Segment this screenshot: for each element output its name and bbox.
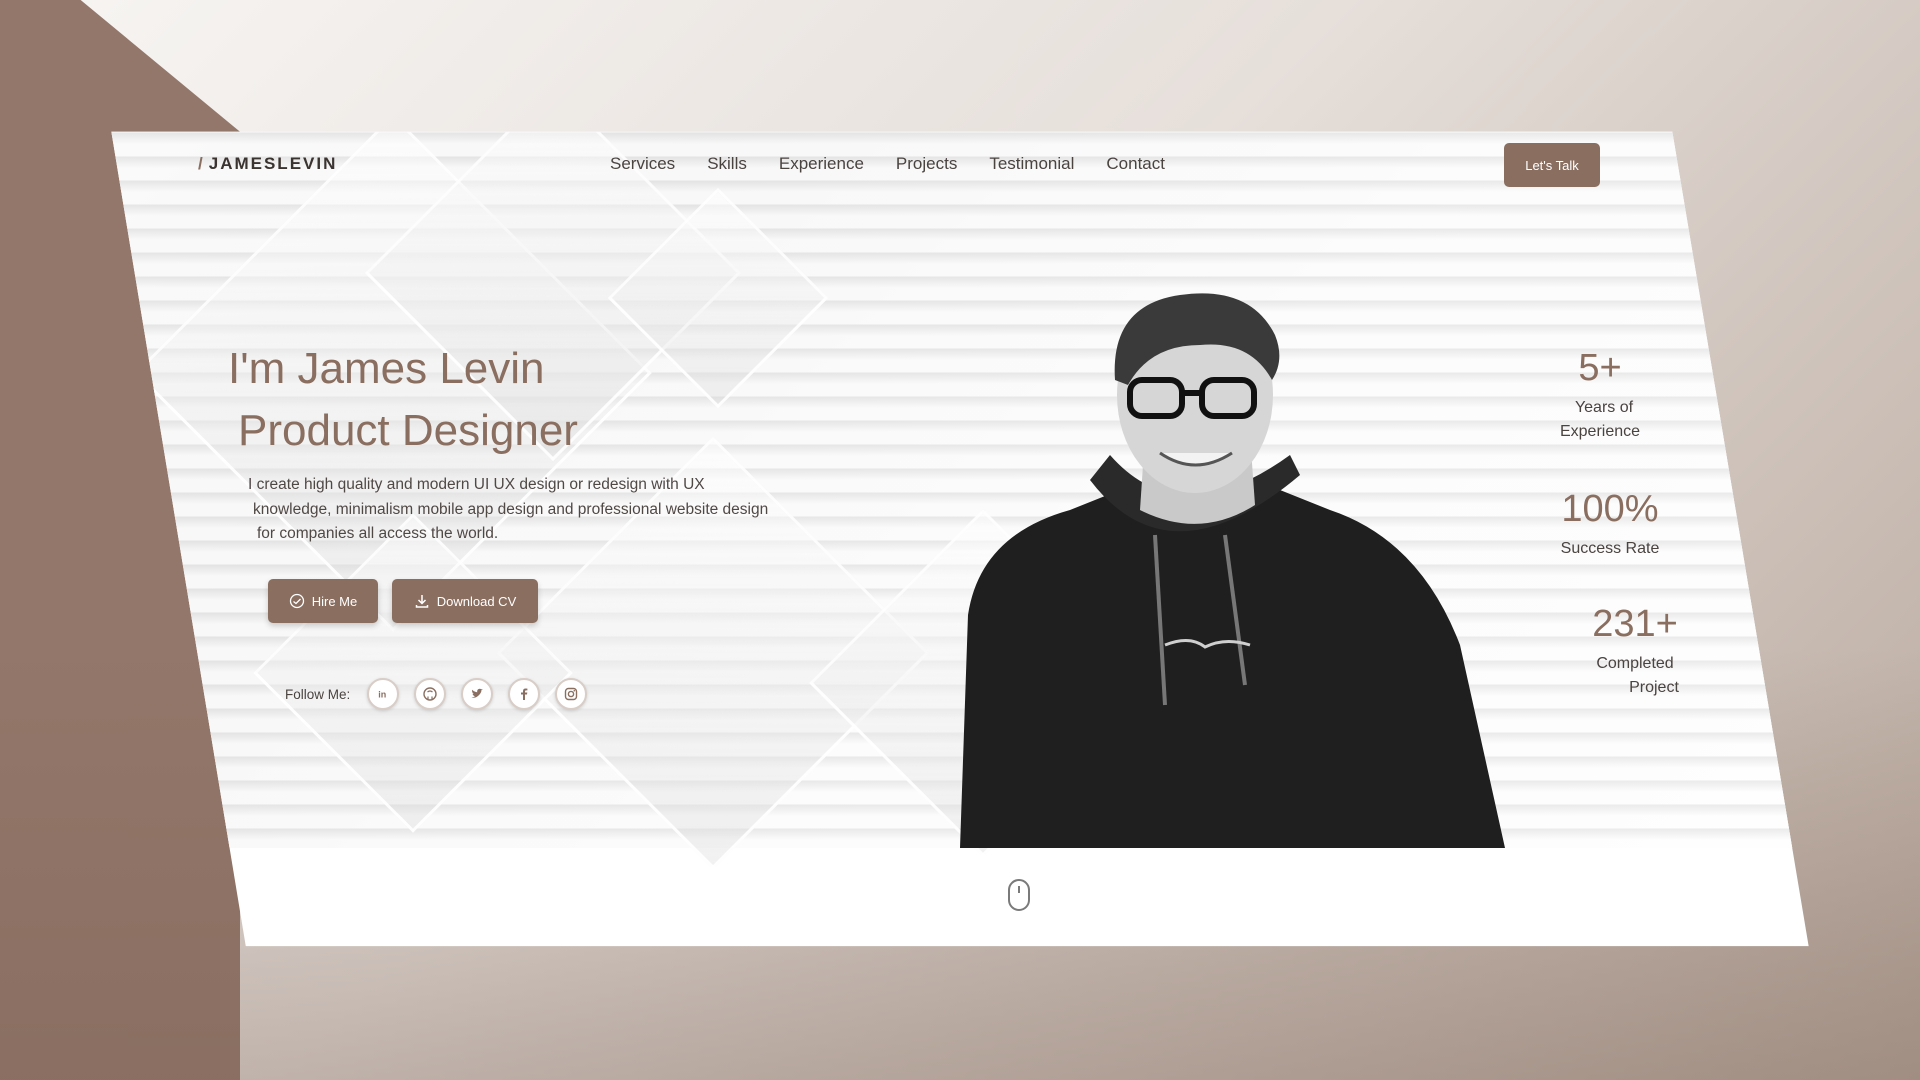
stat-success-rate: 100% Success Rate: [1545, 488, 1675, 561]
profile-photo: [960, 293, 1505, 848]
hero-description-line: knowledge, minimalism mobile app design …: [253, 500, 769, 518]
hire-me-label: Hire Me: [311, 593, 358, 609]
stat-value: 100%: [1561, 488, 1659, 530]
nav-link-experience[interactable]: Experience: [779, 154, 864, 174]
social-follow-row: Follow Me: in: [285, 678, 588, 710]
nav-links: Services Skills Experience Projects Test…: [610, 154, 1165, 174]
download-icon: [415, 595, 428, 608]
download-cv-label: Download CV: [436, 593, 517, 609]
twitter-icon[interactable]: [461, 678, 494, 710]
github-icon[interactable]: [414, 678, 447, 710]
nav-link-skills[interactable]: Skills: [707, 154, 747, 174]
instagram-icon[interactable]: [555, 678, 588, 710]
stat-label-line: Years of: [1574, 399, 1634, 416]
stat-label: Years of Experience: [1535, 396, 1665, 444]
hire-me-button[interactable]: Hire Me: [268, 579, 378, 623]
logo-slash: /: [198, 154, 205, 173]
nav-link-contact[interactable]: Contact: [1106, 154, 1165, 174]
lets-talk-button[interactable]: Let's Talk: [1504, 143, 1600, 187]
stat-completed-projects: 231+ Completed Project: [1570, 603, 1700, 700]
stat-value: 5+: [1578, 347, 1622, 389]
facebook-icon[interactable]: [508, 678, 541, 710]
stat-label-line: Experience: [1559, 423, 1641, 440]
nav-link-testimonial[interactable]: Testimonial: [989, 154, 1074, 174]
follow-label: Follow Me:: [285, 686, 351, 702]
linkedin-icon[interactable]: in: [367, 678, 400, 710]
website-page: / JAMESLEVIN Services Skills Experience P…: [111, 131, 1809, 947]
svg-text:in: in: [378, 690, 386, 700]
stat-label: Completed Project: [1570, 652, 1700, 700]
site-logo[interactable]: / JAMESLEVIN: [198, 154, 337, 174]
hero-description-line: I create high quality and modern UI UX d…: [248, 476, 705, 493]
stat-years-experience: 5+ Years of Experience: [1535, 347, 1665, 444]
hero-title-line2: Product Designer: [238, 406, 578, 455]
handshake-icon: [289, 593, 304, 609]
stat-label-line: Completed: [1596, 655, 1674, 672]
hero-title: I'm James Levin Product Designer: [228, 338, 578, 462]
hero-description-line: for companies all access the world.: [257, 525, 499, 542]
nav-link-projects[interactable]: Projects: [896, 154, 957, 174]
stat-label: Success Rate: [1560, 540, 1660, 557]
logo-text: JAMESLEVIN: [208, 154, 338, 173]
download-cv-button[interactable]: Download CV: [392, 579, 538, 623]
stat-value: 231+: [1592, 603, 1678, 645]
top-navigation: / JAMESLEVIN Services Skills Experience P…: [111, 143, 1808, 188]
scroll-mouse-icon[interactable]: [1006, 878, 1032, 912]
stat-label-line: Project: [1629, 679, 1679, 696]
screenshot-stage: / JAMESLEVIN Services Skills Experience P…: [0, 0, 1920, 1080]
portrait-hoodie: [960, 490, 1505, 848]
hero-title-line1: I'm James Levin: [228, 344, 545, 393]
nav-link-services[interactable]: Services: [610, 154, 675, 174]
bg-diamond-shape: [253, 513, 573, 833]
hero-description: I create high quality and modern UI UX d…: [248, 473, 868, 547]
